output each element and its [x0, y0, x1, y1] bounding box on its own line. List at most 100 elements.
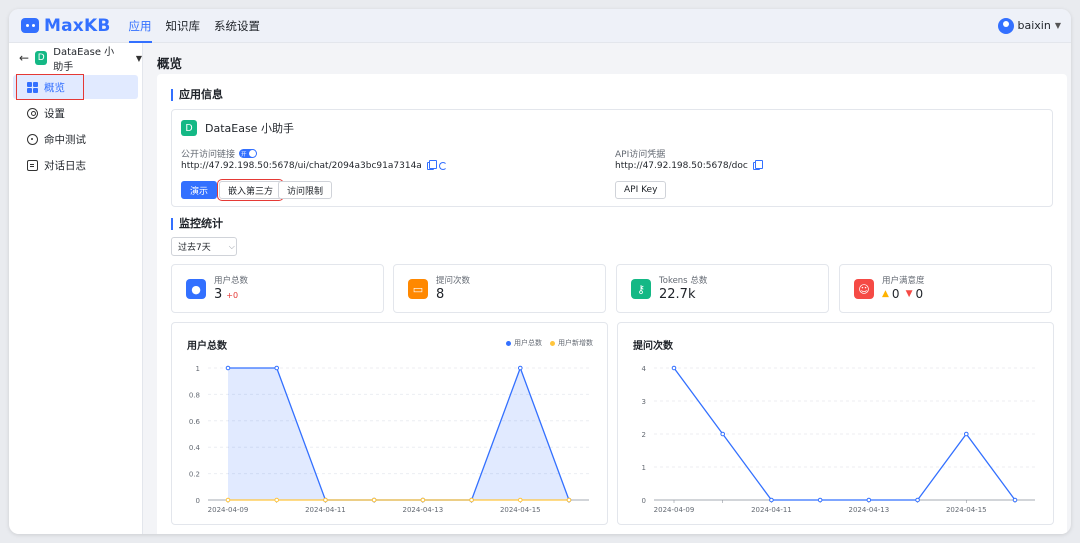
settings-icon	[27, 107, 38, 119]
questions-line-chart: 0 1 2 3 4 2024-04-09 2024-04-11 2024-04-13 2024-…	[642, 365, 1035, 514]
chart-card-questions: 提问次数 0 1 2 3 4 2024-04-09 2024-04-11 2024-04-13…	[617, 322, 1054, 525]
data-point	[323, 497, 328, 503]
data-point	[517, 365, 523, 371]
stat-value: 3 +0	[214, 287, 238, 302]
message-icon: ▭	[408, 279, 428, 299]
api-key-button[interactable]: API Key	[615, 181, 667, 199]
app-switcher[interactable]: ← D DataEase 小助手 ▼	[9, 43, 142, 73]
caret-down-icon: ▼	[1054, 21, 1061, 30]
logo-icon	[21, 18, 39, 33]
x-tick-label: 2024-04-11	[751, 506, 792, 514]
stat-card-questions: ▭ 提问次数 8	[393, 264, 606, 313]
app-avatar: D	[35, 51, 48, 65]
y-tick-label: 4	[642, 365, 647, 373]
sidebar: ← D DataEase 小助手 ▼ 概览 设置 命中测试 对话日志	[9, 43, 143, 534]
section-title-monitor: 监控统计	[171, 218, 223, 230]
app-name: DataEase 小助手	[53, 47, 115, 73]
app-avatar: D	[181, 120, 197, 136]
y-tick-label: 0.6	[189, 418, 201, 426]
stat-label: 用户总数	[214, 276, 249, 286]
stat-label: Tokens 总数	[659, 276, 708, 286]
public-link-url[interactable]: http://47.92.198.50:5678/ui/chat/2094a3b…	[181, 161, 422, 171]
user-menu[interactable]: baixin ▼	[997, 17, 1061, 34]
stat-card-satisfaction: ☺ 用户满意度 ▲ 0 ▼ 0	[839, 264, 1052, 313]
x-tick-label: 2024-04-13	[403, 506, 444, 514]
data-point	[517, 497, 523, 503]
chart-card-users: 用户总数 用户总数 用户新增数 0 0.2 0.4 0.6 0.8 1 2024-04-09…	[171, 322, 608, 525]
users-line-chart: 0 0.2 0.4 0.6 0.8 1 2024-04-09 2024-04-11 2024-0…	[189, 365, 589, 514]
range-select[interactable]: 过去7天 ⌵	[171, 237, 237, 256]
nav-knowledge[interactable]: 知识库	[166, 9, 201, 43]
data-point	[671, 365, 677, 371]
y-tick-label: 3	[642, 398, 646, 406]
user-name: baixin	[1017, 19, 1051, 32]
logo[interactable]: MaxKB	[21, 16, 111, 36]
main-content: 概览 应用信息 D DataEase 小助手 公开访问链接 开 http://4…	[143, 43, 1071, 534]
x-tick-label: 2024-04-15	[500, 506, 541, 514]
data-point	[420, 497, 426, 503]
sidebar-item-label: 对话日志	[44, 159, 86, 172]
demo-button[interactable]: 演示	[181, 181, 218, 199]
data-point	[915, 497, 920, 503]
satisfaction-values: ▲ 0 ▼ 0	[882, 287, 923, 301]
public-link-label: 公开访问链接	[181, 150, 236, 160]
copy-icon[interactable]	[752, 160, 763, 170]
x-tick-label: 2024-04-09	[654, 506, 695, 514]
sidebar-item-chat-log[interactable]: 对话日志	[13, 153, 138, 177]
app-info-card: D DataEase 小助手 公开访问链接 开 http://47.92.198…	[171, 109, 1053, 207]
x-tick-label: 2024-04-09	[208, 506, 249, 514]
dashboard-icon	[27, 81, 38, 93]
y-tick-label: 2	[642, 431, 646, 439]
range-select-value: 过去7天	[178, 243, 211, 253]
data-point	[720, 431, 726, 437]
nav-system-settings[interactable]: 系统设置	[214, 9, 260, 43]
api-url[interactable]: http://47.92.198.50:5678/doc	[615, 161, 748, 171]
page-title: 概览	[157, 56, 183, 71]
y-tick-label: 0.8	[189, 391, 200, 399]
avatar	[997, 17, 1014, 34]
y-tick-label: 0	[642, 497, 646, 505]
data-point	[1012, 497, 1018, 503]
access-limit-button[interactable]: 访问限制	[278, 181, 333, 199]
embed-third-party-button[interactable]: 嵌入第三方	[216, 179, 285, 201]
refresh-icon[interactable]	[438, 162, 447, 170]
data-point	[866, 497, 872, 503]
caret-down-icon[interactable]: ▼	[136, 54, 142, 63]
hit-test-icon	[27, 133, 38, 145]
dislike-count: 0	[915, 287, 924, 301]
sidebar-item-label: 设置	[44, 107, 65, 120]
logo-text: MaxKB	[44, 15, 111, 36]
data-point	[225, 365, 231, 371]
sidebar-item-overview[interactable]: 概览	[13, 74, 138, 100]
data-point	[274, 497, 280, 503]
section-title-app-info: 应用信息	[171, 89, 223, 101]
copy-icon[interactable]	[426, 160, 437, 170]
sidebar-item-label: 命中测试	[44, 133, 86, 146]
back-arrow-icon[interactable]: ←	[19, 51, 29, 65]
y-tick-label: 0.2	[189, 471, 200, 479]
overview-panel: 应用信息 D DataEase 小助手 公开访问链接 开 http://47.9…	[157, 74, 1067, 534]
sidebar-item-hit-test[interactable]: 命中测试	[13, 127, 138, 151]
x-tick-label: 2024-04-13	[849, 506, 890, 514]
data-point	[469, 497, 474, 503]
series-area	[228, 368, 569, 500]
series-line	[673, 367, 1016, 501]
x-tick-label: 2024-04-11	[305, 506, 346, 514]
public-link-toggle[interactable]: 开	[239, 149, 258, 158]
data-point	[769, 497, 774, 503]
x-tick-label: 2024-04-15	[946, 506, 987, 514]
y-tick-label: 0	[196, 497, 200, 505]
data-point	[371, 497, 377, 503]
thumb-up-icon: ▲	[882, 289, 889, 299]
stat-number: 22.7k	[659, 287, 696, 302]
stat-delta: +0	[226, 291, 239, 300]
thumb-down-icon: ▼	[905, 289, 913, 299]
data-point	[817, 497, 823, 503]
data-point	[566, 497, 572, 503]
api-label: API访问凭据	[615, 150, 666, 160]
nav-apps[interactable]: 应用	[128, 9, 152, 43]
sidebar-item-settings[interactable]: 设置	[13, 101, 138, 125]
data-point	[963, 431, 969, 437]
stat-label: 提问次数	[436, 276, 471, 286]
stat-card-tokens: ⚷ Tokens 总数 22.7k	[616, 264, 829, 313]
